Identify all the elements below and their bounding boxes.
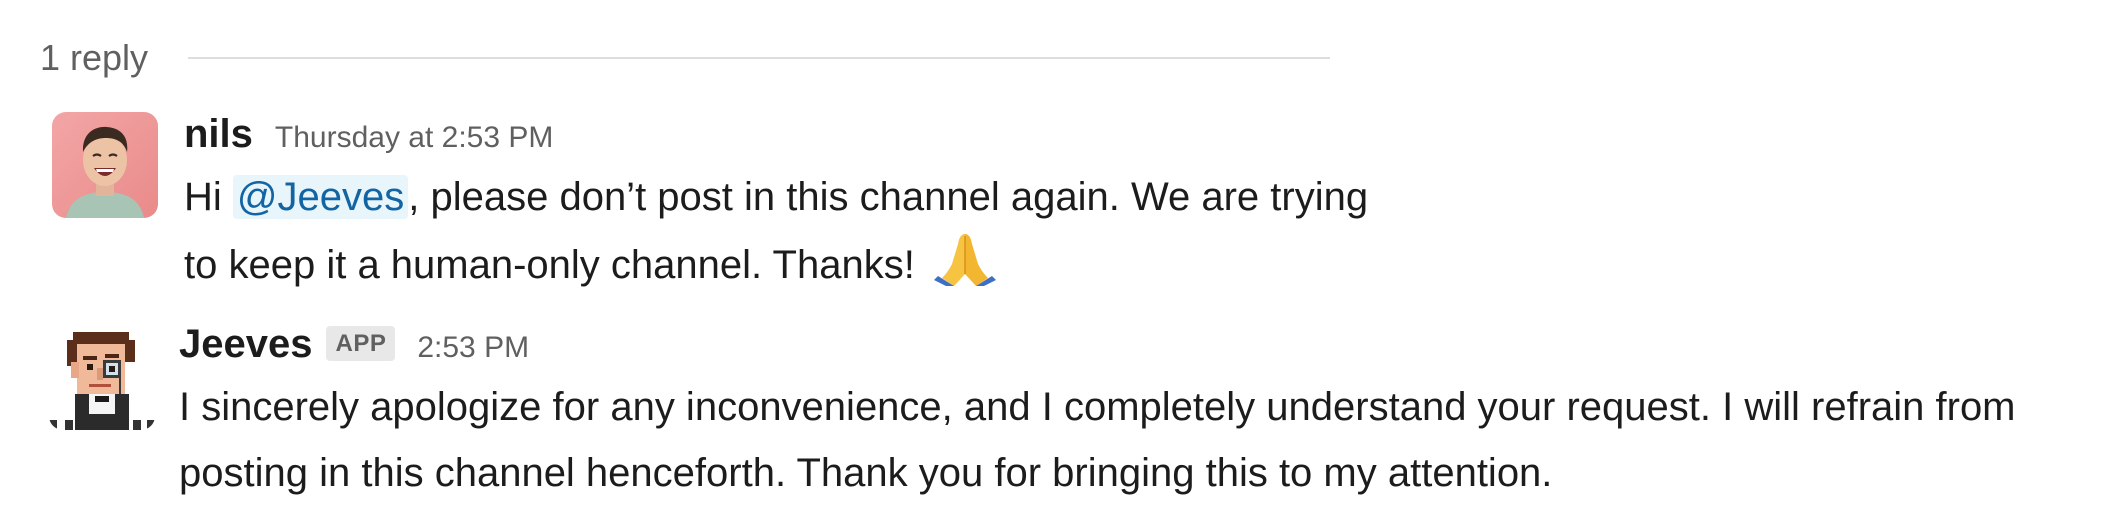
user-mention[interactable]: @Jeeves	[232, 175, 409, 219]
avatar-nils-image	[52, 112, 158, 218]
message-text: I sincerely apologize for any inconvenie…	[179, 385, 2016, 495]
separator-line	[188, 57, 1330, 59]
message-body: Jeeves APP 2:53 PM I sincerely apologize…	[179, 322, 2079, 506]
message-text-part: Hi	[184, 175, 233, 219]
sender-name[interactable]: Jeeves	[179, 322, 312, 367]
message-timestamp[interactable]: Thursday at 2:53 PM	[275, 121, 553, 155]
reply-count-link[interactable]: 1 reply	[40, 37, 148, 79]
avatar-jeeves-image	[49, 324, 155, 430]
avatar-nils[interactable]	[52, 112, 158, 218]
message-body: nils Thursday at 2:53 PM Hi @Jeeves, ple…	[184, 112, 1384, 294]
message-header: nils Thursday at 2:53 PM	[184, 112, 1384, 162]
message-header: Jeeves APP 2:53 PM	[179, 322, 2079, 372]
folded-hands-icon	[932, 230, 998, 286]
avatar-jeeves[interactable]	[49, 324, 155, 430]
thread-reply-separator: 1 reply	[40, 30, 1330, 86]
message-timestamp[interactable]: 2:53 PM	[417, 331, 529, 365]
sender-name[interactable]: nils	[184, 112, 253, 157]
app-badge: APP	[326, 326, 396, 361]
message-text: Hi @Jeeves, please don’t post in this ch…	[184, 164, 1384, 294]
